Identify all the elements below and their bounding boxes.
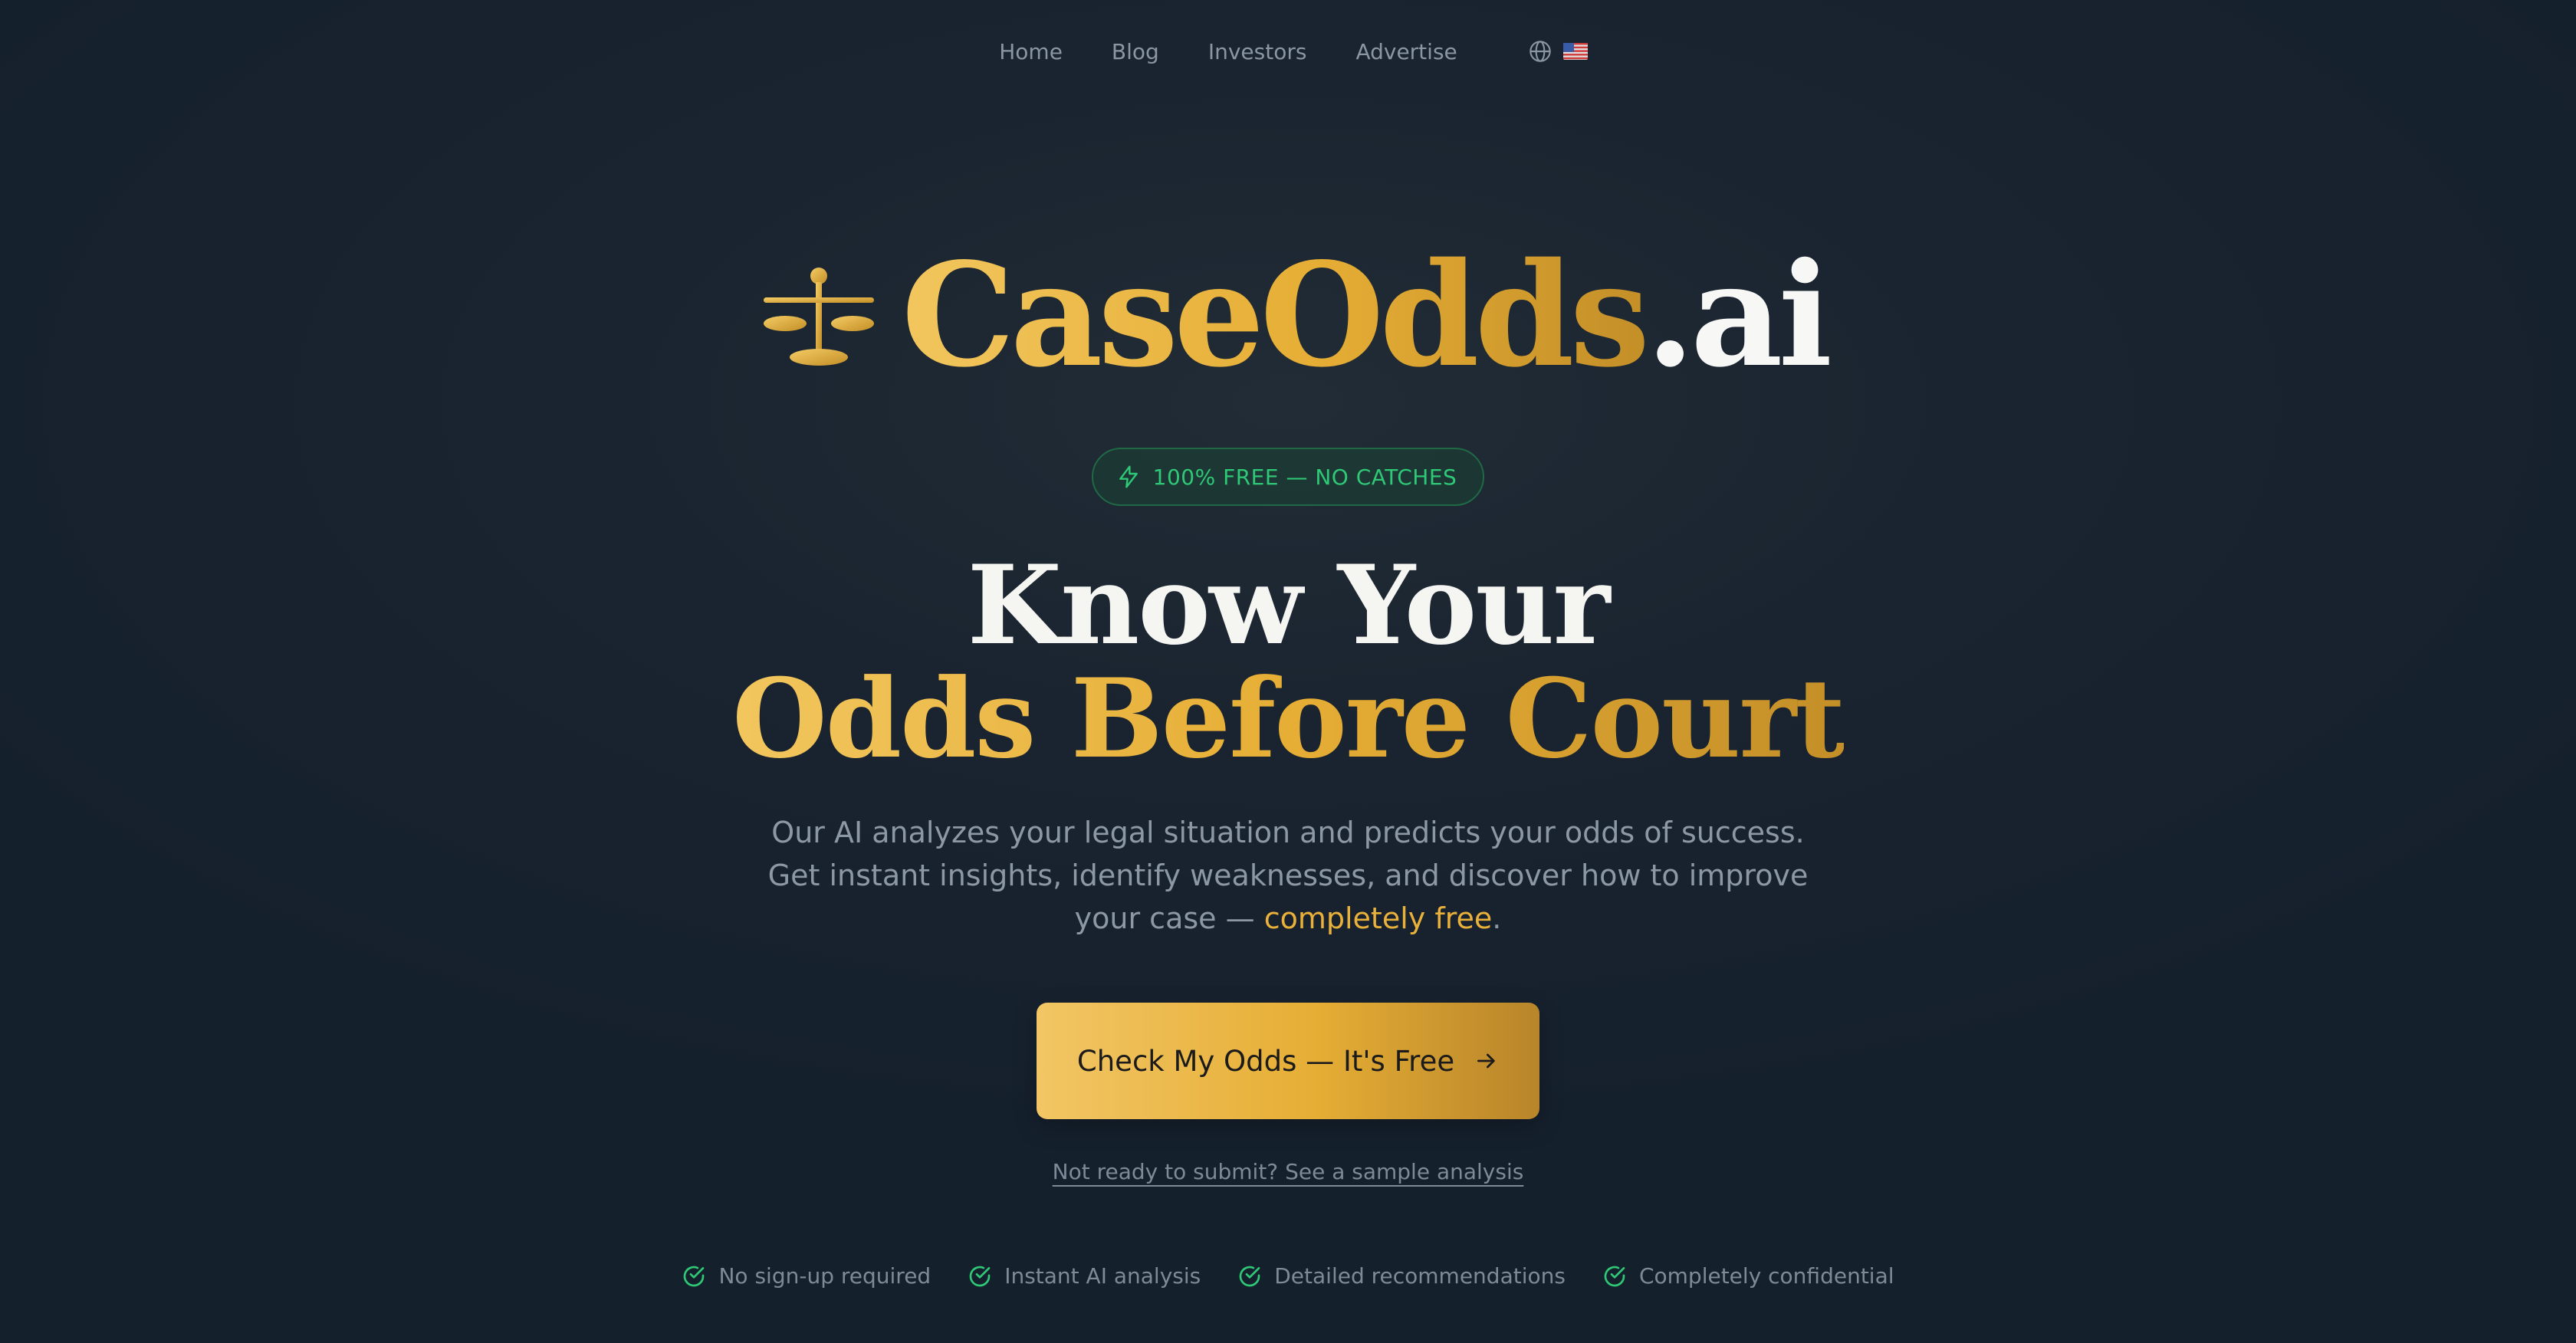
badge-text: 100% FREE — NO CATCHES (1152, 464, 1457, 490)
language-selector[interactable] (1528, 39, 1588, 64)
scales-icon (763, 268, 874, 366)
lightning-icon (1119, 465, 1138, 488)
nav-home-link[interactable]: Home (999, 39, 1063, 64)
hero-headline: Know Your Odds Before Court (0, 549, 2576, 776)
check-circle-icon (969, 1266, 991, 1286)
us-flag-icon (1562, 43, 1588, 60)
description-end: . (1492, 901, 1502, 935)
check-circle-icon (1604, 1266, 1625, 1286)
brand-suffix: .ai (1645, 231, 1832, 399)
check-circle-icon (1239, 1266, 1260, 1286)
brand-name: CaseOdds.ai (902, 244, 1832, 386)
feature-item: No sign-up required (682, 1263, 931, 1289)
headline-line-1: Know Your (967, 542, 1611, 669)
feature-item: Completely confidential (1602, 1263, 1894, 1289)
check-odds-button[interactable]: Check My Odds — It's Free (1037, 1003, 1539, 1119)
nav-advertise-link[interactable]: Advertise (1355, 39, 1457, 64)
feature-label: Instant AI analysis (1004, 1263, 1201, 1289)
arrow-right-icon (1477, 1053, 1495, 1069)
feature-label: Detailed recommendations (1274, 1263, 1566, 1289)
hero-description: Our AI analyzes your legal situation and… (767, 811, 1809, 940)
check-circle-icon (684, 1266, 705, 1286)
feature-item: Instant AI analysis (968, 1263, 1201, 1289)
top-nav: Home Blog Investors Advertise (0, 0, 2576, 103)
brand-main: CaseOdds (901, 231, 1650, 399)
free-badge: 100% FREE — NO CATCHES (1091, 448, 1485, 506)
feature-list: No sign-up required Instant AI analysis … (0, 1263, 2576, 1289)
nav-investors-link[interactable]: Investors (1208, 39, 1307, 64)
feature-label: No sign-up required (718, 1263, 932, 1289)
nav-links: Home Blog Investors Advertise (999, 39, 1588, 64)
sample-analysis-link[interactable]: Not ready to submit? See a sample analys… (1053, 1159, 1524, 1184)
globe-icon (1530, 41, 1551, 62)
nav-blog-link[interactable]: Blog (1112, 39, 1159, 64)
feature-item: Detailed recommendations (1237, 1263, 1566, 1289)
logo: CaseOdds.ai (0, 244, 2576, 386)
feature-label: Completely confidential (1638, 1263, 1894, 1289)
cta-label: Check My Odds — It's Free (1076, 1044, 1455, 1078)
description-highlight: completely free (1263, 901, 1493, 935)
headline-line-2: Odds Before Court (732, 655, 1845, 783)
